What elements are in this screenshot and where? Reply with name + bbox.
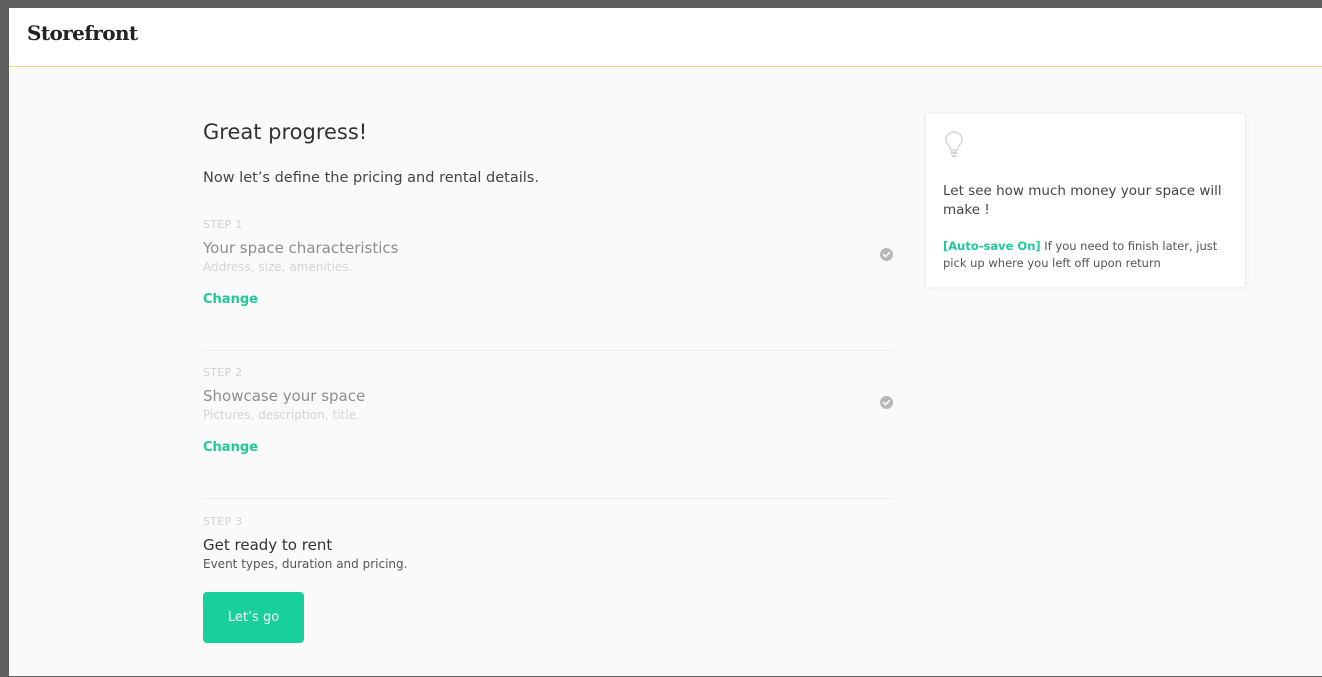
divider (203, 498, 893, 499)
step-subtitle: Address, size, amenities. (203, 260, 353, 274)
tip-card: Let see how much money your space will m… (925, 113, 1246, 288)
step-number: STEP 3 (203, 515, 243, 528)
lets-go-button[interactable]: Let’s go (203, 592, 304, 643)
step-title: Get ready to rent (203, 536, 333, 554)
step-subtitle: Event types, duration and pricing. (203, 557, 408, 571)
top-bar: Storefront (9, 8, 1322, 67)
check-icon (880, 396, 893, 409)
step-number: STEP 1 (203, 218, 243, 231)
step-title: Showcase your space (203, 387, 366, 405)
change-link-step-1[interactable]: Change (203, 292, 258, 307)
autosave-note: [Auto-save On] If you need to finish lat… (943, 238, 1238, 272)
step-1: STEP 1 Your space characteristics Addres… (203, 218, 893, 307)
intro-text: Now let’s define the pricing and rental … (203, 170, 539, 186)
storefront-logo[interactable]: Storefront (27, 21, 138, 45)
autosave-label: [Auto-save On] (943, 239, 1041, 253)
divider (203, 350, 893, 351)
step-subtitle: Pictures, description, title. (203, 408, 360, 422)
step-3: STEP 3 Get ready to rent Event types, du… (203, 515, 893, 643)
step-number: STEP 2 (203, 366, 243, 379)
step-title: Your space characteristics (203, 239, 399, 257)
page-title: Great progress! (203, 120, 368, 144)
app-window: Storefront Great progress! Now let’s def… (9, 8, 1322, 676)
change-link-step-2[interactable]: Change (203, 440, 258, 455)
tip-text: Let see how much money your space will m… (943, 183, 1222, 218)
lightbulb-icon (944, 130, 964, 164)
step-2: STEP 2 Showcase your space Pictures, des… (203, 366, 893, 455)
check-icon (880, 248, 893, 261)
